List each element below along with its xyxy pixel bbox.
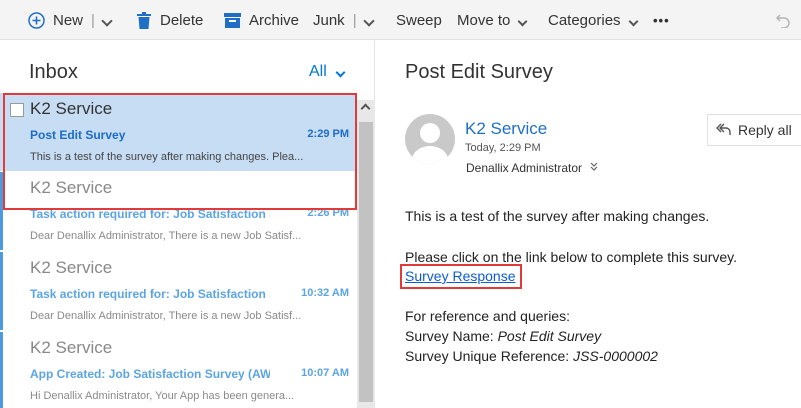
email-body-line: Please click on the link below to comple…: [405, 249, 738, 265]
reply-all-label: Reply all: [738, 122, 792, 138]
delete-button-label: Delete: [160, 11, 204, 29]
message-sender: K2 Service: [30, 99, 113, 118]
message-list-item[interactable]: K2 Service Post Edit Survey 2:29 PM This…: [0, 93, 357, 171]
message-list-item[interactable]: K2 Service App Created: Job Satisfaction…: [0, 332, 357, 408]
survey-name-line: Survey Name: Post Edit Survey: [405, 328, 601, 344]
survey-reference-label: Survey Unique Reference:: [405, 348, 574, 364]
unread-indicator: [0, 252, 3, 330]
message-time: 2:26 PM: [307, 207, 349, 219]
recipient-line[interactable]: Denallix Administrator: [466, 161, 598, 175]
sender-avatar-icon: [405, 114, 455, 164]
delete-button[interactable]: Delete: [137, 0, 203, 40]
reference-heading: For reference and queries:: [405, 308, 570, 324]
chevron-down-icon: [517, 12, 528, 29]
reply-all-button[interactable]: Reply all: [707, 114, 801, 146]
more-options-label: •••: [653, 12, 670, 28]
message-list-item[interactable]: K2 Service Task action required for: Job…: [0, 252, 357, 330]
message-preview: Dear Denallix Administrator, There is a …: [30, 310, 302, 322]
message-sender: K2 Service: [30, 258, 113, 277]
undo-button[interactable]: [775, 0, 791, 40]
separator: |: [91, 11, 95, 29]
scroll-up-arrow-icon[interactable]: [357, 103, 375, 118]
message-subject: Task action required for: Job Satisfacti…: [30, 207, 270, 221]
plus-circle-icon: [28, 11, 45, 29]
survey-reference-line: Survey Unique Reference: JSS-0000002: [405, 348, 658, 364]
new-button[interactable]: New |: [28, 0, 113, 40]
message-subject: App Created: Job Satisfaction Survey (AW…: [30, 367, 270, 381]
categories-button[interactable]: Categories: [548, 0, 638, 40]
junk-dropdown-chevron-icon[interactable]: [362, 12, 375, 29]
survey-name-label: Survey Name:: [405, 328, 498, 344]
junk-button[interactable]: Junk |: [313, 0, 375, 40]
email-body-line: This is a test of the survey after makin…: [405, 208, 710, 224]
move-to-button-label: Move to: [457, 11, 511, 29]
chevron-down-icon: [327, 63, 346, 81]
new-dropdown-chevron-icon[interactable]: [101, 12, 113, 29]
unread-indicator: [0, 332, 3, 408]
survey-response-link[interactable]: Survey Response: [405, 268, 516, 284]
more-options-button[interactable]: •••: [653, 0, 670, 40]
undo-icon: [775, 12, 791, 28]
message-list-pane: Inbox All K2 Service Post Edit Survey 2:…: [0, 41, 375, 408]
archive-button[interactable]: Archive: [224, 0, 299, 40]
filter-label: All: [309, 63, 327, 80]
message-subject: Post Edit Survey: [30, 128, 126, 142]
unread-indicator: [0, 172, 3, 250]
message-list-scrollbar[interactable]: [357, 100, 375, 408]
trash-icon: [137, 11, 151, 29]
message-list-item[interactable]: K2 Service Task action required for: Job…: [0, 172, 357, 250]
archive-icon: [224, 12, 241, 28]
message-time: 10:32 AM: [301, 287, 349, 299]
email-subject: Post Edit Survey: [405, 61, 553, 83]
sweep-button-label: Sweep: [396, 11, 442, 29]
folder-title: Inbox: [29, 61, 78, 83]
survey-name-value: Post Edit Survey: [497, 328, 602, 344]
separator: |: [352, 11, 357, 29]
reply-all-icon: [716, 122, 738, 139]
archive-button-label: Archive: [249, 11, 300, 29]
chevron-down-icon: [628, 12, 638, 29]
message-preview: Dear Denallix Administrator, There is a …: [30, 230, 302, 242]
sender-name[interactable]: K2 Service: [465, 119, 547, 139]
sweep-button[interactable]: Sweep: [396, 0, 442, 40]
message-sender: K2 Service: [30, 338, 113, 357]
new-button-label: New: [53, 11, 84, 29]
reading-pane: Post Edit Survey K2 Service Today, 2:29 …: [376, 41, 801, 408]
expand-recipients-icon[interactable]: [590, 162, 598, 174]
message-preview: Hi Denallix Administrator, Your App has …: [30, 390, 295, 402]
message-select-checkbox[interactable]: [10, 103, 24, 117]
message-subject: Task action required for: Job Satisfacti…: [30, 287, 270, 301]
command-toolbar: New | Delete Archive Junk | Sweep Move t…: [0, 0, 801, 40]
message-time: 10:07 AM: [301, 367, 349, 379]
message-sender: K2 Service: [30, 178, 113, 197]
categories-button-label: Categories: [548, 11, 621, 29]
email-date: Today, 2:29 PM: [465, 142, 541, 154]
message-preview: This is a test of the survey after makin…: [30, 151, 304, 163]
scrollbar-thumb[interactable]: [359, 122, 373, 402]
move-to-button[interactable]: Move to: [457, 0, 528, 40]
filter-dropdown[interactable]: All: [309, 63, 346, 81]
junk-button-label: Junk: [313, 11, 345, 29]
message-time: 2:29 PM: [307, 128, 349, 140]
recipient-name: Denallix Administrator: [466, 161, 583, 175]
survey-reference-value: JSS-0000002: [573, 348, 658, 364]
